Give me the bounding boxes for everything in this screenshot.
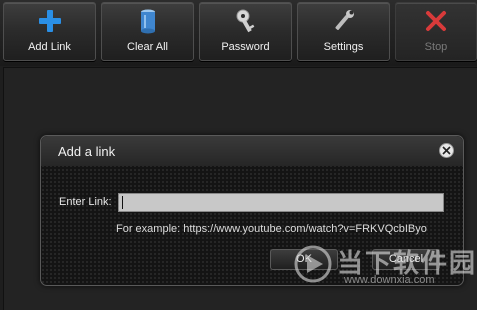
settings-label: Settings [323, 41, 364, 53]
ok-button[interactable]: OK [270, 249, 338, 270]
plus-icon [4, 8, 95, 34]
password-button[interactable]: Password [199, 2, 292, 61]
clear-all-button[interactable]: Clear All [101, 2, 194, 61]
cancel-button[interactable]: Cancel [372, 249, 440, 270]
dialog-title: Add a link [58, 144, 116, 159]
clear-all-label: Clear All [127, 41, 168, 53]
x-icon [396, 8, 476, 34]
add-link-label: Add Link [28, 41, 71, 53]
dialog-title-bar[interactable]: Add a link [41, 136, 463, 166]
key-icon [200, 8, 291, 34]
settings-button[interactable]: Settings [297, 2, 390, 61]
stop-button[interactable]: Stop [395, 2, 477, 61]
close-icon[interactable] [439, 143, 454, 158]
text-caret [122, 196, 123, 209]
password-label: Password [221, 41, 270, 53]
add-link-button[interactable]: Add Link [3, 2, 96, 61]
enter-link-label: Enter Link: [59, 196, 112, 208]
stop-label: Stop [424, 41, 448, 53]
add-link-dialog: Add a link Enter Link: For example: http… [40, 135, 464, 286]
trash-can-icon [102, 8, 193, 34]
example-hint: For example: https://www.youtube.com/wat… [116, 223, 427, 235]
link-input[interactable] [118, 193, 444, 212]
wrench-icon [298, 8, 389, 34]
toolbar: Add Link Clear All Password Settings Sto… [0, 0, 477, 66]
